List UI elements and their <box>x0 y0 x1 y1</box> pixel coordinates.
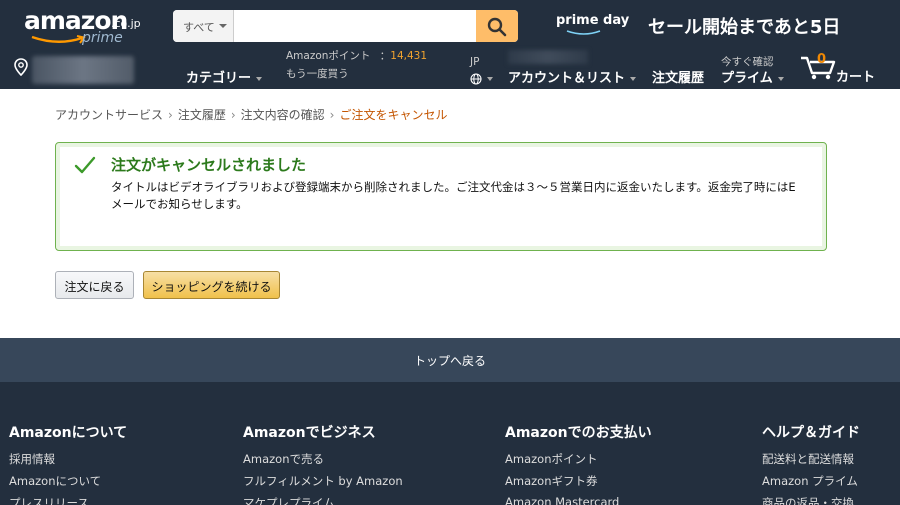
footer-link[interactable]: Amazonポイント <box>505 451 652 473</box>
account-lists-label: アカウント＆リスト <box>508 71 626 86</box>
language-selector[interactable] <box>470 68 493 87</box>
footer-link[interactable]: Amazonについて <box>9 473 127 495</box>
top-header: amazon .co.jp prime すべて prime day セール開始ま… <box>0 0 900 89</box>
footer-column-about: Amazonについて 採用情報 Amazonについて プレスリリース <box>9 422 127 505</box>
continue-shopping-button[interactable]: ショッピングを続ける <box>143 271 280 299</box>
footer-link[interactable]: プレスリリース <box>9 495 127 505</box>
logo-prime: prime <box>82 30 123 46</box>
delivery-address-redacted[interactable] <box>32 56 134 84</box>
globe-icon <box>470 72 482 85</box>
cart-label[interactable]: カート <box>836 66 875 85</box>
footer-column-business: Amazonでビジネス Amazonで売る フルフィルメント by Amazon… <box>243 422 403 505</box>
search-category-label: すべて <box>183 21 215 34</box>
footer-link[interactable]: マケプレプライム <box>243 495 403 505</box>
primeday-logo[interactable]: prime day <box>556 13 629 28</box>
footer: Amazonについて 採用情報 Amazonについて プレスリリース Amazo… <box>0 382 900 505</box>
orders-link[interactable]: 注文履歴 <box>652 67 704 86</box>
search-category-dropdown[interactable]: すべて <box>173 10 234 42</box>
smile-arrow-icon <box>31 35 86 44</box>
points-label: Amazonポイント <box>286 50 371 62</box>
search-button[interactable] <box>476 10 518 42</box>
footer-link[interactable]: Amazonギフト券 <box>505 473 652 495</box>
breadcrumb-separator: › <box>168 108 173 122</box>
prime-menu[interactable]: プライム <box>721 67 784 86</box>
cart-count: 0 <box>817 52 827 67</box>
chevron-down-icon <box>487 76 493 81</box>
footer-link[interactable]: 採用情報 <box>9 451 127 473</box>
chevron-down-icon <box>777 76 784 81</box>
language-label[interactable]: JP <box>470 56 479 68</box>
footer-link[interactable]: Amazonで売る <box>243 451 403 473</box>
search-input[interactable] <box>235 10 475 42</box>
account-name-redacted <box>508 50 588 64</box>
breadcrumb: アカウントサービス › 注文履歴 › 注文内容の確認 › ご注文をキャンセル <box>55 106 448 123</box>
sale-countdown[interactable]: セール開始まであと5日 <box>648 13 840 39</box>
footer-link[interactable]: フルフィルメント by Amazon <box>243 473 403 495</box>
account-lists-menu[interactable]: アカウント＆リスト <box>508 67 637 86</box>
footer-column-title: ヘルプ＆ガイド <box>762 425 860 441</box>
location-pin-icon[interactable] <box>14 58 28 76</box>
buy-again-link[interactable]: もう一度買う <box>286 66 349 81</box>
logo-domain: .co.jp <box>111 17 141 30</box>
footer-column-payment: Amazonでのお支払い Amazonポイント Amazonギフト券 Amazo… <box>505 422 652 505</box>
alert-message: タイトルはビデオライブラリおよび登録端末から削除されました。ご注文代金は３～５営… <box>111 180 796 211</box>
back-to-order-button[interactable]: 注文に戻る <box>55 271 134 299</box>
footer-link[interactable]: 商品の返品・交換 <box>762 495 860 505</box>
alert-title: 注文がキャンセルされました <box>111 156 307 174</box>
categories-label: カテゴリー <box>186 71 252 86</box>
amazon-logo[interactable]: amazon .co.jp prime <box>24 6 146 46</box>
breadcrumb-account-service[interactable]: アカウントサービス <box>55 108 163 122</box>
footer-link[interactable]: 配送料と配送情報 <box>762 451 860 473</box>
breadcrumb-order-history[interactable]: 注文履歴 <box>178 108 226 122</box>
prime-label: プライム <box>721 71 773 86</box>
search-bar: すべて <box>173 10 518 42</box>
chevron-down-icon <box>630 76 637 81</box>
footer-column-title: Amazonでのお支払い <box>505 425 652 441</box>
breadcrumb-current: ご注文をキャンセル <box>339 108 448 122</box>
categories-menu[interactable]: カテゴリー <box>186 67 263 86</box>
footer-column-title: Amazonでビジネス <box>243 425 376 441</box>
cancel-success-alert: 注文がキャンセルされました タイトルはビデオライブラリおよび登録端末から削除され… <box>55 142 827 251</box>
breadcrumb-separator: › <box>230 108 236 122</box>
breadcrumb-separator: › <box>329 108 335 122</box>
points-separator: ： <box>379 50 391 62</box>
search-icon <box>487 17 507 37</box>
footer-column-title: Amazonについて <box>9 425 128 441</box>
breadcrumb-order-details[interactable]: 注文内容の確認 <box>241 108 325 122</box>
points-value: 14,431 <box>390 50 428 62</box>
footer-column-help: ヘルプ＆ガイド 配送料と配送情報 Amazon プライム 商品の返品・交換 <box>762 422 860 505</box>
checkmark-icon <box>74 156 96 174</box>
footer-link[interactable]: Amazon Mastercard <box>505 495 652 505</box>
back-to-top-button[interactable]: トップへ戻る <box>0 338 900 382</box>
primeday-smile-icon <box>566 30 601 35</box>
chevron-down-icon <box>219 24 227 28</box>
points-link[interactable]: Amazonポイント ：14,431 <box>286 48 427 63</box>
footer-link[interactable]: Amazon プライム <box>762 473 860 495</box>
chevron-down-icon <box>256 76 263 81</box>
